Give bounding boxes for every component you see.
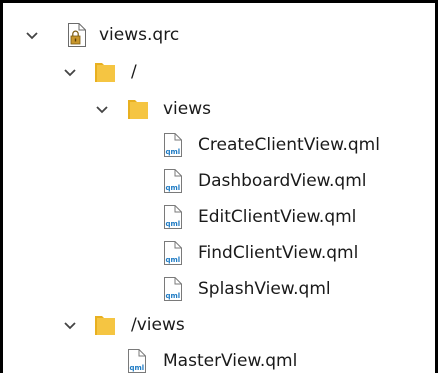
tree-item-views-qrc[interactable]: views.qrc xyxy=(3,17,435,53)
tree-item-label: MasterView.qml xyxy=(163,351,298,371)
svg-text:qml: qml xyxy=(166,292,181,300)
svg-text:qml: qml xyxy=(166,184,181,192)
qrc-file-lock-icon xyxy=(67,23,87,47)
tree-item-folder-views[interactable]: views xyxy=(3,91,435,127)
project-tree-panel: views.qrc / views qml CreateClientView.q… xyxy=(0,0,438,373)
qml-file-icon: qml xyxy=(163,205,183,229)
tree-item-label: views.qrc xyxy=(99,25,180,45)
tree-item-label: views xyxy=(163,99,212,119)
svg-text:qml: qml xyxy=(130,364,145,372)
tree-item-label: SplashView.qml xyxy=(198,279,331,299)
tree-item-label: EditClientView.qml xyxy=(198,207,357,227)
chevron-down-icon[interactable] xyxy=(23,27,41,45)
qml-file-icon: qml xyxy=(163,133,183,157)
qml-file-icon: qml xyxy=(163,241,183,265)
tree-item-prefix-root[interactable]: / xyxy=(3,54,435,90)
svg-text:qml: qml xyxy=(166,148,181,156)
tree-item-file[interactable]: qml CreateClientView.qml xyxy=(3,127,435,163)
tree-item-label: / xyxy=(131,62,137,82)
folder-icon xyxy=(127,97,149,121)
tree-item-file[interactable]: qml DashboardView.qml xyxy=(3,163,435,199)
tree-item-label: /views xyxy=(131,315,185,335)
chevron-down-icon[interactable] xyxy=(61,317,79,335)
qml-file-icon: qml xyxy=(127,349,147,373)
folder-icon xyxy=(94,313,116,337)
folder-icon xyxy=(94,60,116,84)
chevron-down-icon[interactable] xyxy=(93,101,111,119)
tree-item-file[interactable]: qml SplashView.qml xyxy=(3,271,435,307)
svg-text:qml: qml xyxy=(166,256,181,264)
tree-item-file[interactable]: qml FindClientView.qml xyxy=(3,235,435,271)
tree-item-prefix-views[interactable]: /views xyxy=(3,307,435,343)
chevron-down-icon[interactable] xyxy=(61,64,79,82)
tree-item-label: CreateClientView.qml xyxy=(198,135,380,155)
qml-file-icon: qml xyxy=(163,169,183,193)
tree-item-file[interactable]: qml EditClientView.qml xyxy=(3,199,435,235)
svg-text:qml: qml xyxy=(166,220,181,228)
qml-file-icon: qml xyxy=(163,277,183,301)
tree-item-file[interactable]: qml MasterView.qml xyxy=(3,343,435,373)
tree-item-label: FindClientView.qml xyxy=(198,243,359,263)
tree-item-label: DashboardView.qml xyxy=(198,171,367,191)
